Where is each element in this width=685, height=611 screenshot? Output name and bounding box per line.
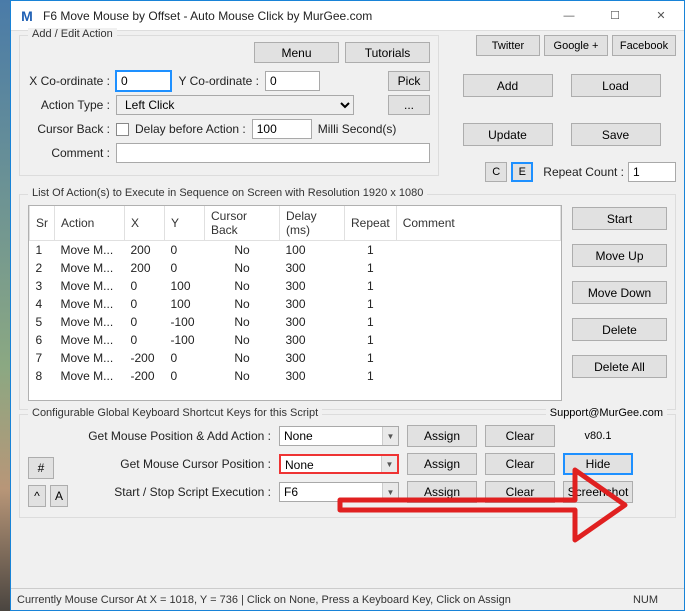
pick-button[interactable]: Pick xyxy=(388,71,430,91)
save-button[interactable]: Save xyxy=(571,123,661,146)
more-button[interactable]: ... xyxy=(388,95,430,115)
move-up-button[interactable]: Move Up xyxy=(572,244,667,267)
update-button[interactable]: Update xyxy=(463,123,553,146)
shortcut2-combo[interactable]: None▼ xyxy=(279,454,399,474)
app-icon: M xyxy=(19,8,35,24)
y-coord-label: Y Co-ordinate : xyxy=(177,74,259,88)
table-row[interactable]: 8Move M...-2000No3001 xyxy=(30,367,561,385)
twitter-button[interactable]: Twitter xyxy=(476,35,540,56)
x-coord-input[interactable] xyxy=(116,71,171,91)
shortcut3-combo[interactable]: F6▼ xyxy=(279,482,399,502)
hash-button[interactable]: # xyxy=(28,457,54,479)
window-title: F6 Move Mouse by Offset - Auto Mouse Cli… xyxy=(43,9,546,23)
col-action[interactable]: Action xyxy=(55,206,125,241)
table-row[interactable]: 3Move M...0100No3001 xyxy=(30,277,561,295)
table-row[interactable]: 4Move M...0100No3001 xyxy=(30,295,561,313)
clear1-button[interactable]: Clear xyxy=(485,425,555,447)
close-button[interactable]: ✕ xyxy=(638,1,684,31)
col-cursor-back[interactable]: Cursor Back xyxy=(205,206,280,241)
tutorials-button[interactable]: Tutorials xyxy=(345,42,430,63)
load-button[interactable]: Load xyxy=(571,74,661,97)
col-repeat[interactable]: Repeat xyxy=(345,206,397,241)
table-row[interactable]: 2Move M...2000No3001 xyxy=(30,259,561,277)
clear3-button[interactable]: Clear xyxy=(485,481,555,503)
version-label: v80.1 xyxy=(563,430,633,442)
col-delay[interactable]: Delay (ms) xyxy=(280,206,345,241)
google-button[interactable]: Google + xyxy=(544,35,608,56)
add-edit-legend: Add / Edit Action xyxy=(28,28,117,40)
chevron-down-icon: ▼ xyxy=(382,427,398,445)
status-text: Currently Mouse Cursor At X = 1018, Y = … xyxy=(17,594,511,606)
chevron-down-icon: ▼ xyxy=(381,456,397,472)
minimize-button[interactable]: — xyxy=(546,1,592,31)
shortcut3-label: Start / Stop Script Execution : xyxy=(76,485,271,499)
status-num: NUM xyxy=(633,594,658,606)
table-row[interactable]: 7Move M...-2000No3001 xyxy=(30,349,561,367)
assign3-button[interactable]: Assign xyxy=(407,481,477,503)
cursor-back-checkbox[interactable] xyxy=(116,123,129,136)
action-list-fieldset: List Of Action(s) to Execute in Sequence… xyxy=(19,194,676,410)
table-row[interactable]: 6Move M...0-100No3001 xyxy=(30,331,561,349)
facebook-button[interactable]: Facebook xyxy=(612,35,676,56)
delete-all-button[interactable]: Delete All xyxy=(572,355,667,378)
col-x[interactable]: X xyxy=(125,206,165,241)
col-comment[interactable]: Comment xyxy=(396,206,560,241)
delay-unit: Milli Second(s) xyxy=(318,122,397,136)
comment-label: Comment : xyxy=(28,146,110,160)
maximize-button[interactable]: ☐ xyxy=(592,1,638,31)
move-down-button[interactable]: Move Down xyxy=(572,281,667,304)
shortcut1-combo[interactable]: None▼ xyxy=(279,426,399,446)
titlebar: M F6 Move Mouse by Offset - Auto Mouse C… xyxy=(11,1,684,31)
screenshot-button[interactable]: Screenshot xyxy=(563,481,633,503)
chevron-down-icon: ▼ xyxy=(382,483,398,501)
action-list-legend: List Of Action(s) to Execute in Sequence… xyxy=(28,187,427,199)
add-button[interactable]: Add xyxy=(463,74,553,97)
shortcuts-fieldset: Configurable Global Keyboard Shortcut Ke… xyxy=(19,414,676,518)
repeat-input[interactable] xyxy=(628,162,676,182)
add-edit-fieldset: Add / Edit Action Menu Tutorials X Co-or… xyxy=(19,35,439,176)
statusbar: Currently Mouse Cursor At X = 1018, Y = … xyxy=(11,588,684,610)
shortcut1-label: Get Mouse Position & Add Action : xyxy=(76,429,271,443)
shortcut2-label: Get Mouse Cursor Position : xyxy=(76,457,271,471)
col-sr[interactable]: Sr xyxy=(30,206,55,241)
table-row[interactable]: 1Move M...2000No1001 xyxy=(30,241,561,260)
assign2-button[interactable]: Assign xyxy=(407,453,477,475)
delete-button[interactable]: Delete xyxy=(572,318,667,341)
action-type-label: Action Type : xyxy=(28,98,110,112)
delay-label: Delay before Action : xyxy=(135,122,246,136)
hide-button[interactable]: Hide xyxy=(563,453,633,475)
a-button[interactable]: A xyxy=(50,485,68,507)
e-button[interactable]: E xyxy=(511,162,533,182)
caret-button[interactable]: ^ xyxy=(28,485,46,507)
x-coord-label: X Co-ordinate : xyxy=(28,74,110,88)
repeat-label: Repeat Count : xyxy=(543,165,624,179)
delay-input[interactable] xyxy=(252,119,312,139)
comment-input[interactable] xyxy=(116,143,430,163)
c-button[interactable]: C xyxy=(485,162,507,182)
action-table[interactable]: Sr Action X Y Cursor Back Delay (ms) Rep… xyxy=(28,205,562,401)
assign1-button[interactable]: Assign xyxy=(407,425,477,447)
shortcuts-legend: Configurable Global Keyboard Shortcut Ke… xyxy=(28,407,322,419)
clear2-button[interactable]: Clear xyxy=(485,453,555,475)
col-y[interactable]: Y xyxy=(165,206,205,241)
y-coord-input[interactable] xyxy=(265,71,320,91)
cursor-back-label: Cursor Back : xyxy=(28,122,110,136)
start-button[interactable]: Start xyxy=(572,207,667,230)
support-link[interactable]: Support@MurGee.com xyxy=(546,407,667,419)
action-type-select[interactable]: Left Click xyxy=(116,95,354,115)
app-window: M F6 Move Mouse by Offset - Auto Mouse C… xyxy=(10,0,685,611)
menu-button[interactable]: Menu xyxy=(254,42,339,63)
table-row[interactable]: 5Move M...0-100No3001 xyxy=(30,313,561,331)
